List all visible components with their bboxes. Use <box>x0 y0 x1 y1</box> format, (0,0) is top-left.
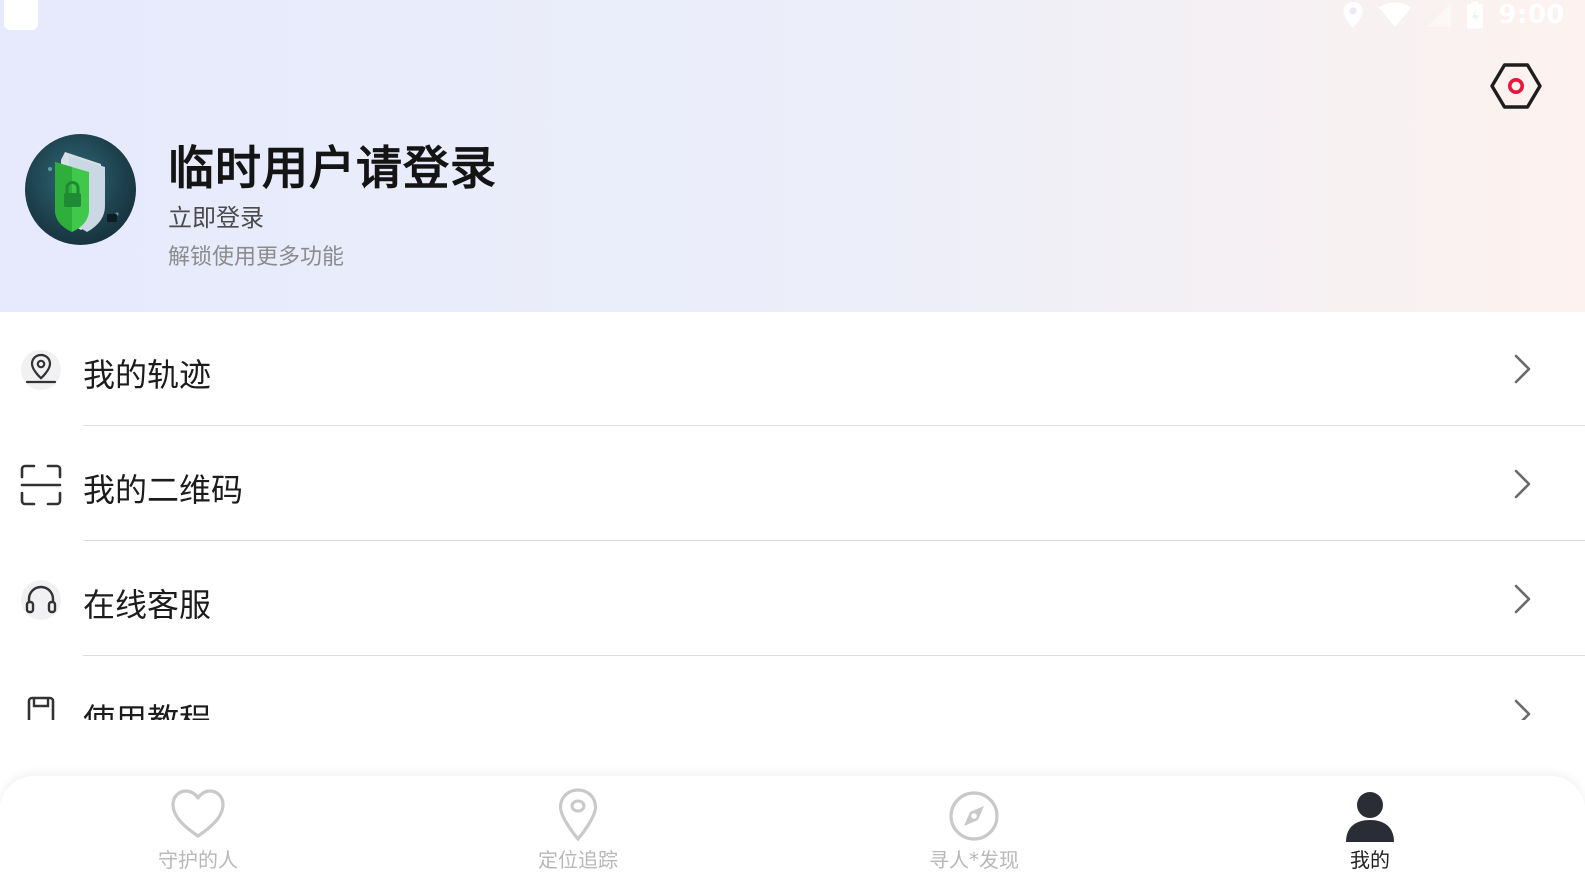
divider <box>83 655 1585 656</box>
divider <box>83 540 1585 541</box>
user-icon <box>1346 792 1394 842</box>
location-pin-icon <box>558 788 598 842</box>
menu-item-label: 我的轨迹 <box>83 356 212 394</box>
compass-icon <box>949 791 999 841</box>
settings-button[interactable] <box>1488 58 1544 114</box>
profile-header: 9:00 临时用户请登录 立即登录 解锁使用更多功能 <box>0 0 1585 312</box>
menu-item-my-track[interactable]: 我的轨迹 <box>0 312 1585 427</box>
location-icon <box>1343 2 1363 28</box>
chevron-right-icon <box>1514 584 1531 614</box>
menu-item-my-qrcode[interactable]: 我的二维码 <box>0 427 1585 542</box>
tab-find-people[interactable]: 寻人*发现 <box>776 776 1172 872</box>
headset-icon <box>20 579 62 621</box>
battery-icon <box>1467 1 1484 29</box>
login-hint: 解锁使用更多功能 <box>168 245 345 270</box>
menu-item-label: 在线客服 <box>83 586 212 624</box>
page-title: 临时用户请登录 <box>168 141 497 195</box>
track-pin-icon <box>20 349 62 391</box>
shield-lock-icon <box>48 152 119 232</box>
bottom-tab-bar: 守护的人 定位追踪 寻人*发现 我的 <box>0 776 1585 886</box>
menu-item-tutorial[interactable]: 使用教程 <box>0 657 1585 720</box>
qr-scan-icon <box>20 464 62 506</box>
tutorial-doc-icon <box>20 694 62 720</box>
chevron-right-icon <box>1514 469 1531 499</box>
heart-icon <box>171 789 225 838</box>
tab-location-tracking[interactable]: 定位追踪 <box>380 776 776 872</box>
tab-mine[interactable]: 我的 <box>1172 776 1568 872</box>
chevron-right-icon <box>1514 699 1531 720</box>
status-time: 9:00 <box>1498 0 1565 30</box>
settings-hexagon-icon <box>1490 63 1542 109</box>
menu-item-online-service[interactable]: 在线客服 <box>0 542 1585 657</box>
status-bar: 9:00 <box>1342 0 1565 30</box>
signal-icon <box>1427 3 1452 27</box>
tab-guardians[interactable]: 守护的人 <box>0 776 396 872</box>
status-notification-square <box>4 0 38 30</box>
menu-item-label: 使用教程 <box>83 701 212 720</box>
menu-item-label: 我的二维码 <box>83 471 244 509</box>
avatar[interactable] <box>25 134 136 245</box>
settings-menu: 我的轨迹 我的二维码 在线客服 使用教程 <box>0 312 1585 720</box>
wifi-icon <box>1379 2 1412 27</box>
login-link[interactable]: 立即登录 <box>168 198 264 233</box>
chevron-right-icon <box>1514 354 1531 384</box>
divider <box>83 425 1585 426</box>
